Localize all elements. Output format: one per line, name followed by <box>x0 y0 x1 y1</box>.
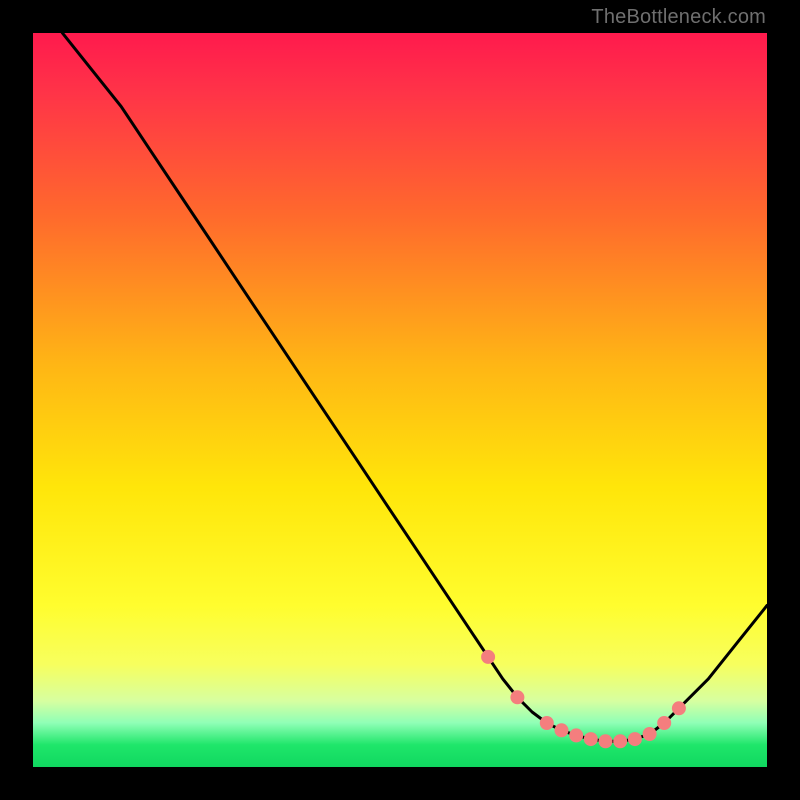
highlight-point <box>569 728 583 742</box>
highlight-point <box>657 716 671 730</box>
highlight-point <box>599 734 613 748</box>
highlight-point <box>628 732 642 746</box>
watermark-text: TheBottleneck.com <box>591 6 766 29</box>
chart-frame: TheBottleneck.com <box>0 0 800 800</box>
highlight-point <box>481 650 495 664</box>
series-curve <box>62 33 767 741</box>
highlight-point <box>540 716 554 730</box>
highlight-point <box>510 690 524 704</box>
plot-area <box>33 33 767 767</box>
highlight-point <box>643 727 657 741</box>
chart-svg <box>33 33 767 767</box>
highlight-point <box>672 701 686 715</box>
highlight-point <box>555 723 569 737</box>
highlight-point <box>584 732 598 746</box>
highlight-point <box>613 734 627 748</box>
